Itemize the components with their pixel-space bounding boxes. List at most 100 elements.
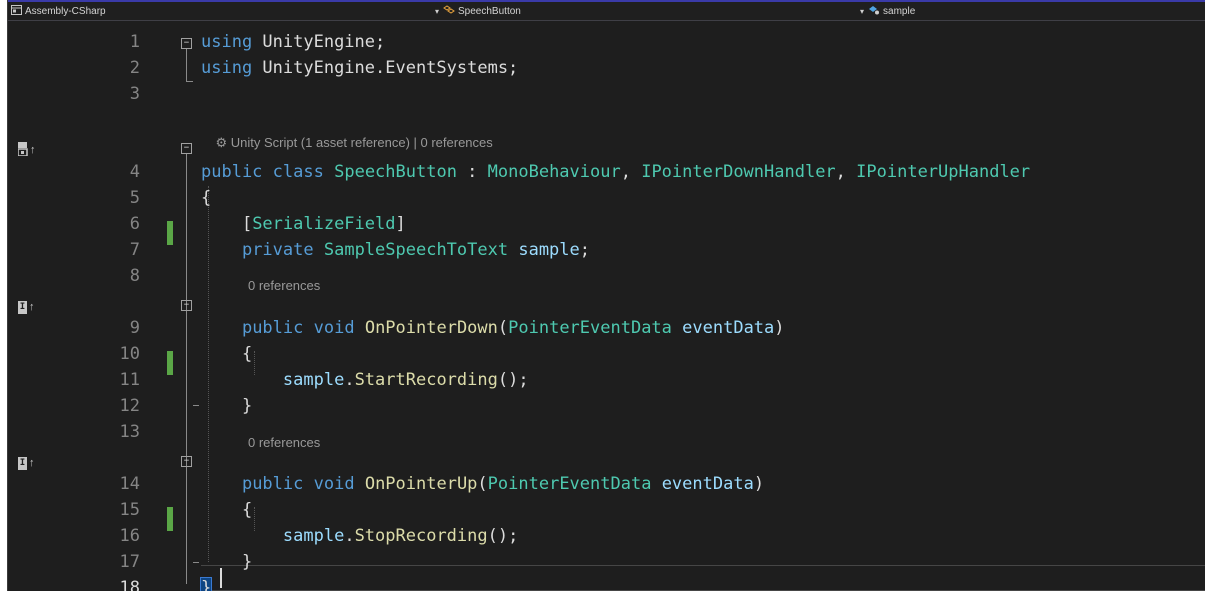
code-token: ) xyxy=(753,474,765,494)
line-number: 12 xyxy=(119,396,140,416)
change-marker xyxy=(167,221,173,245)
code-token: IPointerDownHandler xyxy=(641,162,836,182)
interface-up-icon: I xyxy=(18,456,27,470)
code-token: . xyxy=(344,370,355,390)
arrow-up-icon: ↑ xyxy=(29,457,35,469)
code-token: SerializeField xyxy=(252,214,396,234)
code-token: SampleSpeechToText xyxy=(323,240,509,260)
code-line[interactable]: public class SpeechButton : MonoBehaviou… xyxy=(201,159,1030,185)
code-line[interactable]: public void OnPointerDown(PointerEventDa… xyxy=(201,315,785,341)
line-number: 3 xyxy=(129,84,140,104)
codelens-pointer-up[interactable]: 0 references xyxy=(248,434,320,451)
change-marker xyxy=(167,351,173,375)
change-marker xyxy=(167,507,173,531)
code-token: using xyxy=(201,32,253,52)
code-token: PointerEventData xyxy=(508,318,672,338)
implements-marker[interactable]: ↑ xyxy=(17,141,36,157)
code-token: public xyxy=(241,474,304,494)
line-number: 18 xyxy=(119,578,140,591)
code-token: ; xyxy=(579,240,591,260)
code-line[interactable]: using UnityEngine; xyxy=(201,29,385,55)
interface-marker[interactable]: I ↑ xyxy=(18,300,35,314)
code-line[interactable]: using UnityEngine.EventSystems; xyxy=(201,55,518,81)
code-line[interactable]: { xyxy=(201,185,211,211)
code-line[interactable]: sample.StopRecording(); xyxy=(201,523,518,549)
code-token: MonoBehaviour xyxy=(487,162,621,182)
code-line[interactable]: public void OnPointerUp(PointerEventData… xyxy=(201,471,764,497)
current-line-highlight xyxy=(201,565,1205,591)
project-label: Assembly-CSharp xyxy=(25,5,106,17)
code-line[interactable]: [SerializeField] xyxy=(201,211,406,237)
outline-line xyxy=(186,154,187,584)
code-token: ) xyxy=(774,318,785,338)
collapse-toggle[interactable]: − xyxy=(181,456,192,467)
collapse-toggle[interactable]: − xyxy=(181,143,192,154)
project-dropdown[interactable]: Assembly-CSharp xyxy=(11,2,106,20)
code-token: SpeechButton xyxy=(334,162,457,182)
line-number: 8 xyxy=(129,266,140,286)
arrow-up-icon: ↑ xyxy=(30,144,36,156)
member-dropdown[interactable]: ▾ sample xyxy=(860,2,915,20)
code-line[interactable]: } xyxy=(199,575,213,591)
code-token: PointerEventData xyxy=(487,474,652,494)
code-line[interactable]: private SampleSpeechToText sample; xyxy=(201,237,590,263)
code-line[interactable]: } xyxy=(201,393,252,419)
line-number: 11 xyxy=(119,370,140,390)
codelens-pointer-down[interactable]: 0 references xyxy=(248,277,320,294)
code-token: : xyxy=(456,162,488,182)
outline-end xyxy=(193,405,199,407)
type-label: SpeechButton xyxy=(458,5,521,17)
line-number: 7 xyxy=(129,240,140,260)
code-token: [ xyxy=(201,214,253,234)
code-token: ( xyxy=(497,318,509,338)
collapse-toggle[interactable]: − xyxy=(181,300,192,311)
interface-marker[interactable]: I ↑ xyxy=(18,456,35,470)
code-editor[interactable]: Assembly-CSharp ▾ SpeechButton ▾ sample … xyxy=(7,0,1205,591)
code-token: public xyxy=(241,318,304,338)
code-token: UnityEngine.EventSystems; xyxy=(252,58,519,78)
line-number: 14 xyxy=(119,474,140,494)
collapse-toggle[interactable]: − xyxy=(181,38,192,49)
code-line[interactable]: sample.StartRecording(); xyxy=(201,367,529,393)
code-line[interactable]: { xyxy=(201,341,252,367)
code-token: , xyxy=(620,162,642,182)
code-token: . xyxy=(344,526,355,546)
member-label: sample xyxy=(883,5,916,17)
code-line[interactable]: { xyxy=(201,497,252,523)
line-number: 4 xyxy=(129,162,140,182)
outline-end xyxy=(186,70,193,82)
project-icon xyxy=(11,4,22,18)
code-token: StartRecording xyxy=(354,370,498,390)
code-token: (); xyxy=(487,526,519,546)
line-number: 16 xyxy=(119,526,140,546)
code-token: , xyxy=(835,162,857,182)
type-dropdown[interactable]: ▾ SpeechButton xyxy=(435,2,521,20)
code-token: { xyxy=(201,344,253,364)
code-token: (); xyxy=(497,370,529,390)
code-token: } xyxy=(201,552,253,572)
unity-icon: ⚙ xyxy=(215,135,231,150)
code-token: public xyxy=(201,162,263,182)
code-token: sample xyxy=(518,240,580,260)
code-token: UnityEngine; xyxy=(252,32,386,52)
code-token: { xyxy=(201,188,212,208)
navigation-bar: Assembly-CSharp ▾ SpeechButton ▾ sample xyxy=(8,0,1205,21)
code-line[interactable]: } xyxy=(201,549,252,575)
code-token: OnPointerUp xyxy=(364,474,478,494)
line-number: 10 xyxy=(119,344,140,364)
interface-up-icon: I xyxy=(18,300,27,314)
code-token: sample xyxy=(282,526,345,546)
line-number: 9 xyxy=(129,318,140,338)
code-token: { xyxy=(201,500,253,520)
line-number: 17 xyxy=(119,552,140,572)
